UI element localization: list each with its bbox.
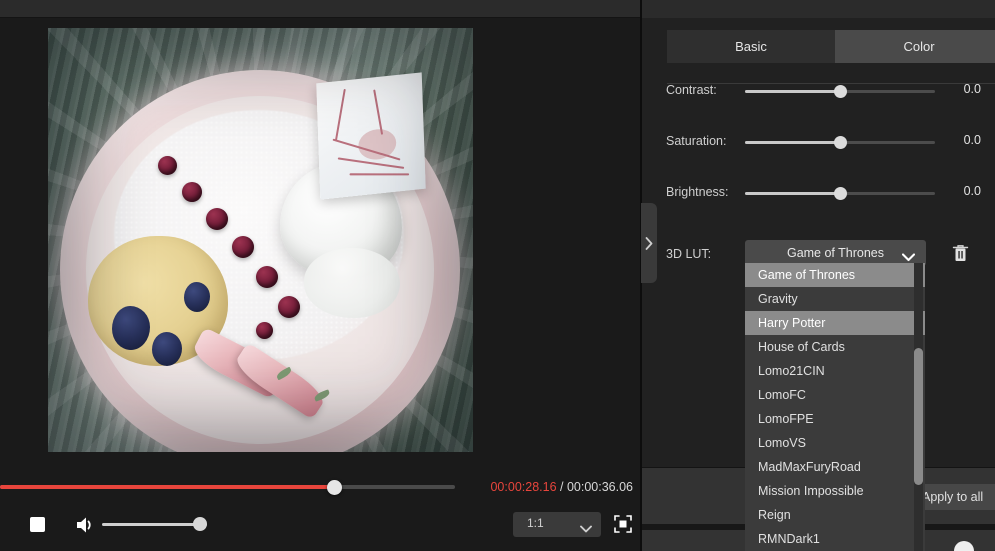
lut-dropdown-list[interactable]: Game of Thrones Gravity Harry Potter House … [745, 263, 925, 551]
time-separator: / [556, 480, 567, 494]
contrast-slider-fill [745, 90, 841, 93]
chevron-right-icon [645, 236, 653, 250]
lut-option[interactable]: Mission Impossible [745, 479, 925, 503]
aspect-ratio-value: 1:1 [527, 516, 544, 530]
transport-bar: 00:00:28.16 / 00:00:36.06 1:1 [0, 462, 640, 551]
video-editor-window: 00:00:28.16 / 00:00:36.06 1:1 Basic Colo… [0, 0, 995, 551]
panel-collapse-handle[interactable] [641, 203, 657, 283]
lut-option[interactable]: LomoFPE [745, 407, 925, 431]
lut-option[interactable]: Gravity [745, 287, 925, 311]
seek-handle[interactable] [327, 480, 342, 495]
lut-option[interactable]: House of Cards [745, 335, 925, 359]
lut-option[interactable]: MadMaxFuryRoad [745, 455, 925, 479]
tab-color[interactable]: Color [835, 30, 995, 63]
lut-option[interactable]: Harry Potter [745, 311, 925, 335]
tab-basic[interactable]: Basic [667, 30, 835, 63]
lut-option[interactable]: Game of Thrones [745, 263, 925, 287]
apply-to-all-button[interactable]: Apply to all [913, 484, 995, 510]
slider-row-saturation: Saturation: 0.0 [642, 131, 995, 155]
lut-options-container: Game of Thrones Gravity Harry Potter House … [745, 263, 925, 551]
video-vignette [48, 28, 473, 452]
fullscreen-icon[interactable] [614, 515, 632, 533]
brightness-slider-handle[interactable] [834, 187, 847, 200]
seek-progress-fill [0, 485, 334, 489]
saturation-value: 0.0 [963, 133, 981, 147]
aspect-ratio-select[interactable]: 1:1 [513, 512, 601, 537]
dropdown-scrollbar-thumb[interactable] [914, 348, 923, 485]
right-panel-top-strip [642, 0, 995, 18]
saturation-slider-fill [745, 141, 841, 144]
volume-slider-track[interactable] [102, 523, 207, 526]
contrast-label: Contrast: [666, 83, 717, 97]
lut-option[interactable]: LomoVS [745, 431, 925, 455]
chevron-down-icon [580, 520, 592, 533]
contrast-value: 0.0 [963, 82, 981, 96]
brightness-value: 0.0 [963, 184, 981, 198]
saturation-label: Saturation: [666, 134, 727, 148]
video-preview[interactable] [48, 28, 473, 452]
apply-to-all-label: Apply to all [922, 490, 984, 504]
slider-row-brightness: Brightness: 0.0 [642, 182, 995, 206]
chevron-down-icon [901, 249, 916, 262]
seek-row: 00:00:28.16 / 00:00:36.06 [0, 480, 640, 495]
lut-label: 3D LUT: [666, 247, 712, 261]
contrast-slider-handle[interactable] [834, 85, 847, 98]
preview-pane: 00:00:28.16 / 00:00:36.06 1:1 [0, 18, 640, 551]
current-time: 00:00:28.16 [490, 480, 557, 494]
trash-icon[interactable] [947, 240, 973, 266]
brightness-slider-fill [745, 192, 841, 195]
volume-icon[interactable] [74, 515, 96, 535]
stop-icon[interactable] [30, 517, 45, 532]
panel-tabs: Basic Color [667, 30, 995, 63]
lut-option[interactable]: LomoFC [745, 383, 925, 407]
brightness-label: Brightness: [666, 185, 729, 199]
preview-stage [0, 18, 640, 462]
time-readout: 00:00:28.16 / 00:00:36.06 [490, 480, 633, 494]
lut-option[interactable]: Lomo21CIN [745, 359, 925, 383]
lut-option[interactable]: RMNDark1 [745, 527, 925, 551]
slider-row-contrast: Contrast: 0.0 [642, 80, 995, 104]
playback-controls: 1:1 [0, 508, 640, 544]
total-time: 00:00:36.06 [566, 480, 633, 494]
saturation-slider-handle[interactable] [834, 136, 847, 149]
volume-slider-handle[interactable] [193, 517, 207, 531]
lut-option[interactable]: Reign [745, 503, 925, 527]
lut-selected-value: Game of Thrones [786, 246, 885, 260]
